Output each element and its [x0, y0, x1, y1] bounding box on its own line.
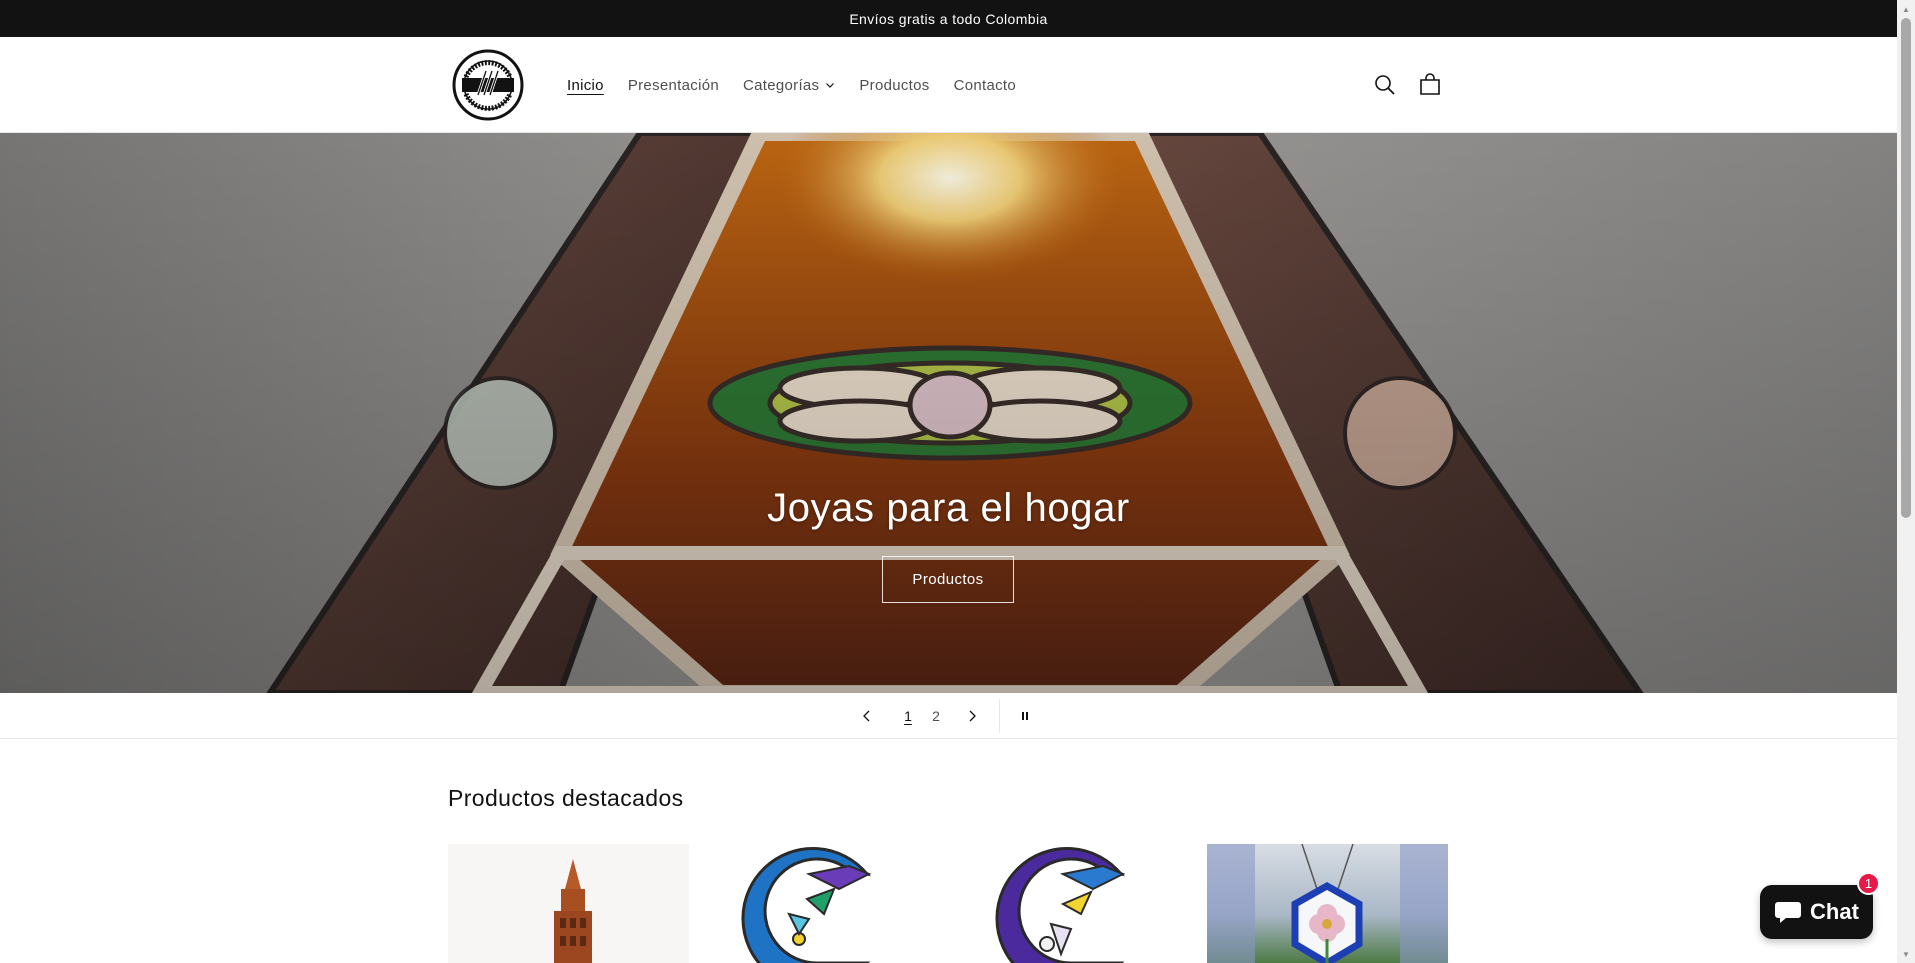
slider-dot-1[interactable]: 1 [896, 693, 920, 739]
nav-item-categorias[interactable]: Categorías [743, 77, 835, 94]
hero-title: Joyas para el hogar [767, 486, 1130, 530]
hero-image [0, 133, 1897, 693]
nav-label: Contacto [953, 76, 1017, 94]
chat-bubble-icon [1775, 902, 1802, 923]
slider-controls: 1 2 [0, 693, 1897, 739]
main-nav: Inicio Presentación Categorías Productos… [567, 37, 1016, 133]
hero-products-button[interactable]: Productos [882, 556, 1014, 603]
nav-label: Presentación [627, 76, 719, 94]
announcement-text: Envíos gratis a todo Colombia [849, 10, 1048, 27]
nav-label: Categorías [742, 76, 820, 94]
slider-prev-button[interactable] [855, 693, 879, 739]
chat-notification-badge: 1 [1857, 872, 1880, 895]
cart-icon[interactable] [1417, 72, 1443, 98]
nav-item-inicio[interactable]: Inicio [567, 77, 604, 94]
nav-label: Productos [859, 76, 930, 94]
slider-dot-2[interactable]: 2 [924, 693, 948, 739]
chevron-down-icon [826, 83, 835, 88]
product-image-tower [448, 844, 689, 963]
nav-item-presentacion[interactable]: Presentación [628, 77, 719, 94]
product-card[interactable] [448, 844, 689, 963]
chevron-left-icon [863, 710, 870, 722]
search-icon[interactable] [1372, 72, 1398, 98]
product-image-moon-purple [951, 844, 1192, 963]
logo[interactable] [452, 49, 524, 121]
nav-item-productos[interactable]: Productos [859, 77, 929, 94]
featured-title: Productos destacados [448, 785, 684, 811]
scroll-thumb[interactable] [1901, 18, 1911, 518]
slider-next-button[interactable] [960, 693, 984, 739]
slider-divider [999, 699, 1000, 733]
scroll-down-icon[interactable]: ▼ [1897, 945, 1915, 963]
page: Envíos gratis a todo Colombia Inicio Pre… [0, 0, 1915, 963]
chevron-right-icon [969, 710, 976, 722]
product-image-hexagon-window [1207, 844, 1448, 963]
announcement-bar: Envíos gratis a todo Colombia [0, 0, 1897, 37]
product-card[interactable] [699, 844, 940, 963]
nav-item-contacto[interactable]: Contacto [954, 77, 1016, 94]
product-image-moon-blue [699, 844, 940, 963]
product-card[interactable] [951, 844, 1192, 963]
product-card[interactable] [1207, 844, 1448, 963]
chat-button[interactable]: Chat [1760, 885, 1873, 939]
slider-pause-button[interactable] [1013, 693, 1037, 739]
pause-icon [1022, 712, 1028, 720]
site-header: Inicio Presentación Categorías Productos… [0, 37, 1897, 133]
scroll-up-icon[interactable]: ▲ [1897, 0, 1915, 18]
page-scrollbar[interactable]: ▲ ▼ [1897, 0, 1915, 963]
chat-label: Chat [1810, 899, 1859, 924]
nav-label: Inicio [567, 76, 604, 94]
hero-slideshow: Joyas para el hogar Productos [0, 133, 1897, 693]
